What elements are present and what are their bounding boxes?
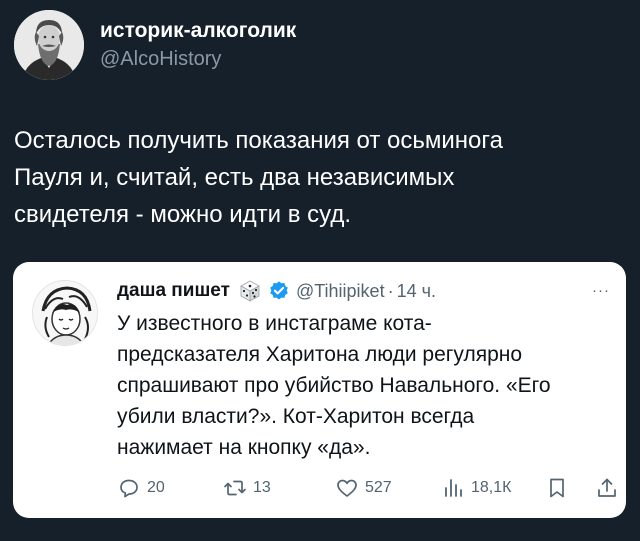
views-button[interactable]: 18,1К <box>441 476 511 500</box>
tweet-author: историк-алкоголик @AlcoHistory <box>14 10 296 80</box>
dice-icon <box>240 280 260 302</box>
quoted-tweet-card[interactable]: даша пишет @Tihiipiket · 14 ч. ··· У изв <box>13 262 626 518</box>
action-bar: 20 13 527 18,1К <box>117 474 617 502</box>
views-count: 18,1К <box>471 479 512 496</box>
reply-icon <box>120 479 138 498</box>
reply-count: 20 <box>147 479 165 496</box>
quoted-author-name[interactable]: даша пишет <box>117 280 230 302</box>
author-handle[interactable]: @AlcoHistory <box>100 46 296 72</box>
more-options-button[interactable]: ··· <box>592 282 610 299</box>
bookmark-icon <box>550 478 564 498</box>
author-names: историк-алкоголик @AlcoHistory <box>100 18 296 72</box>
bookmark-button[interactable] <box>545 476 569 500</box>
retweet-count: 13 <box>253 479 271 496</box>
sketch-avatar-image <box>33 281 97 345</box>
quoted-text: У известного в инстаграме кота- предсказ… <box>117 312 551 459</box>
author-display-name[interactable]: историк-алкоголик <box>100 18 296 44</box>
verified-icon <box>270 281 288 300</box>
quoted-author-avatar[interactable] <box>32 280 98 346</box>
portrait-avatar-image <box>14 10 84 80</box>
quoted-author-handle[interactable]: @Tihiipiket <box>296 281 385 302</box>
retweet-icon <box>224 480 246 496</box>
quoted-header: даша пишет @Tihiipiket · 14 ч. <box>117 279 436 303</box>
like-count: 527 <box>365 479 392 496</box>
separator-dot: · <box>387 280 394 301</box>
tweet-text: Осталось получить показания от осьминога… <box>14 127 503 228</box>
like-button[interactable]: 527 <box>335 476 392 500</box>
like-icon <box>337 479 357 497</box>
retweet-button[interactable]: 13 <box>223 476 271 500</box>
quoted-timestamp[interactable]: 14 ч. <box>397 281 436 302</box>
views-icon <box>445 479 462 497</box>
author-avatar[interactable] <box>14 10 84 80</box>
share-button[interactable] <box>595 476 619 500</box>
share-icon <box>598 478 616 497</box>
tweet-page: историк-алкоголик @AlcoHistory Осталось … <box>0 0 640 541</box>
reply-button[interactable]: 20 <box>117 476 165 500</box>
